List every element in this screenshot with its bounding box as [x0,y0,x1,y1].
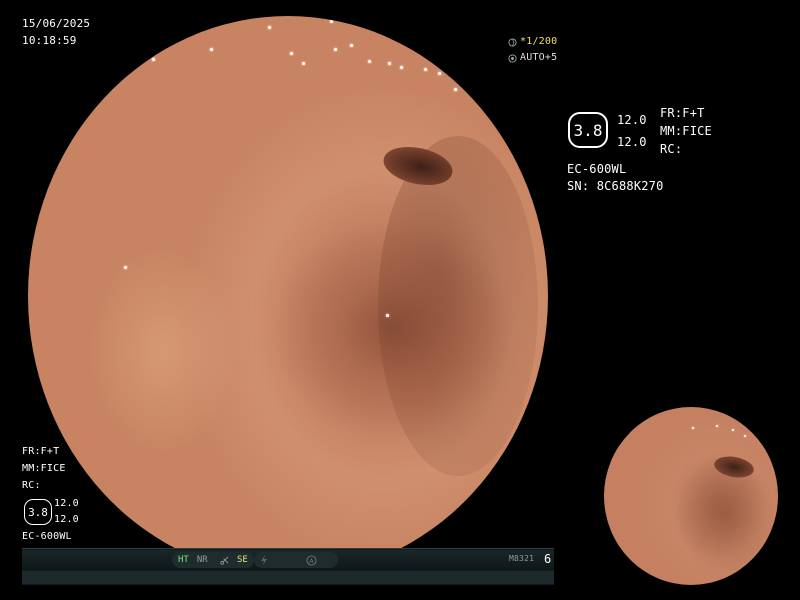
frame-mode: FR:F+T [660,106,705,120]
scissors-icon [220,556,229,565]
mm-mode: MM:FICE [660,124,712,138]
specular-highlight [716,425,718,427]
aperture-icon [508,37,517,47]
svg-text:A: A [309,556,314,564]
left-frame-mode: FR:F+T [22,446,60,457]
tissue-glow [88,246,238,456]
specular-highlight [388,62,391,65]
enhancement-badge: 3.8 [568,112,608,148]
shutter-row: *1/200 [508,34,557,50]
time-label: 10:18:59 [22,34,77,47]
left-scope-model: EC-600WL [22,531,72,542]
specular-highlight [334,48,337,51]
circled-a-icon: A [306,554,317,566]
se-label: SE [237,555,248,565]
date-label: 15/06/2025 [22,17,91,30]
auto-row: AUTO+5 [508,50,557,66]
thumbnail-view [604,407,778,585]
specular-highlight [210,48,213,51]
left-rc-mode: RC: [22,480,41,491]
specular-highlight [268,26,271,29]
specular-highlight [636,419,638,421]
status-bar-bottom-row [22,571,554,584]
left-value-top: 12.0 [54,498,79,509]
specular-highlight [454,88,457,91]
lumen-shadow [378,136,538,476]
specular-highlight [692,427,694,429]
specular-highlight [368,60,371,63]
flash-a-indicator: A [254,552,338,568]
specular-highlight [330,20,333,23]
left-mm-mode: MM:FICE [22,463,66,474]
shutter-speed: *1/200 [520,36,558,47]
left-enhancement-value: 3.8 [28,505,48,519]
specular-highlight [400,66,403,69]
image-count: 6 [544,552,552,566]
thumbnail-lumen [712,453,756,481]
value-top: 12.0 [617,113,647,127]
nr-label: NR [196,555,208,565]
iris-icon [508,53,517,63]
device-code: M8321 [509,554,535,563]
main-endoscope-view [28,16,548,576]
specular-highlight [350,44,353,47]
serial-number: SN: 8C688K270 [567,179,664,193]
auto-exposure: AUTO+5 [520,52,558,63]
enhancement-value: 3.8 [573,120,603,140]
specular-highlight [124,266,127,269]
specular-highlight [744,435,746,437]
lightning-icon [261,555,267,565]
scope-model: EC-600WL [567,162,627,176]
left-enhancement-badge: 3.8 [24,499,52,525]
se-indicator: SE [214,552,254,568]
rc-mode: RC: [660,142,683,156]
specular-highlight [302,62,305,65]
specular-highlight [424,68,427,71]
specular-highlight [732,429,734,431]
specular-highlight [290,52,293,55]
value-bottom: 12.0 [617,135,647,149]
specular-highlight [152,58,155,61]
left-value-bottom: 12.0 [54,514,79,525]
specular-highlight [438,72,441,75]
specular-highlight [386,314,389,317]
ht-label: HT [178,555,189,565]
